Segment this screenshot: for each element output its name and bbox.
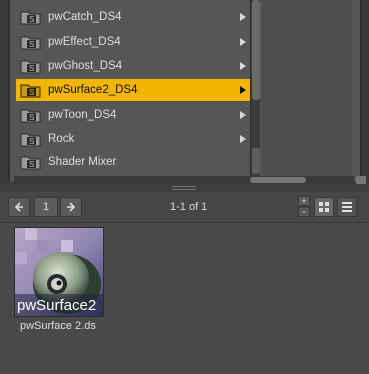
tree-item[interactable]: S Shader Mixer bbox=[16, 151, 252, 173]
svg-text:S: S bbox=[29, 40, 34, 49]
svg-text:S: S bbox=[29, 88, 34, 97]
folder-icon: S bbox=[20, 58, 42, 74]
scrollbar-thumb[interactable] bbox=[250, 177, 306, 183]
svg-text:S: S bbox=[29, 137, 34, 146]
folder-icon: S bbox=[20, 131, 42, 147]
tree-side-area bbox=[262, 0, 352, 176]
splitter-grip-icon[interactable] bbox=[172, 186, 196, 190]
tree-item-label: Rock bbox=[48, 133, 75, 145]
thumbnail-text: pwSurface2 bbox=[17, 297, 96, 314]
tree-item-label: Shader Mixer bbox=[48, 156, 117, 168]
expand-arrow-icon[interactable] bbox=[240, 38, 246, 46]
svg-text:S: S bbox=[29, 113, 34, 122]
content-area: pwSurface2 pwSurface 2.ds bbox=[0, 222, 369, 374]
pager-toolbar: 1 1-1 of 1 + - bbox=[0, 192, 369, 222]
zoom-in-button[interactable]: + bbox=[298, 196, 310, 206]
tree-item[interactable]: S pwToon_DS4 bbox=[16, 104, 252, 126]
folder-tree-list: S pwCatch_DS4 S pwEffect_DS4 S pwGhost_D… bbox=[14, 0, 254, 174]
tree-item-label: pwGhost_DS4 bbox=[48, 60, 123, 72]
tree-horizontal-scrollbar[interactable] bbox=[14, 176, 354, 184]
svg-text:S: S bbox=[29, 15, 34, 24]
expand-arrow-icon[interactable] bbox=[240, 135, 246, 143]
page-number[interactable]: 1 bbox=[34, 197, 58, 217]
folder-icon: S bbox=[20, 154, 42, 170]
folder-icon: S bbox=[20, 34, 42, 50]
grid-view-button[interactable] bbox=[314, 197, 334, 217]
svg-text:S: S bbox=[29, 64, 34, 73]
tree-item-label: pwEffect_DS4 bbox=[48, 36, 121, 48]
tree-item-label: pwCatch_DS4 bbox=[48, 11, 122, 23]
folder-icon: S bbox=[20, 82, 42, 98]
tree-item[interactable]: S Rock bbox=[16, 128, 252, 150]
tree-item[interactable]: S pwEffect_DS4 bbox=[16, 31, 252, 53]
panel-splitter[interactable] bbox=[0, 184, 369, 192]
expand-arrow-icon[interactable] bbox=[240, 13, 246, 21]
tree-item-label: pwSurface2_DS4 bbox=[48, 84, 138, 96]
tree-item-selected[interactable]: S pwSurface2_DS4 bbox=[16, 79, 252, 101]
page-count-text: 1-1 of 1 bbox=[170, 201, 208, 213]
expand-arrow-icon[interactable] bbox=[240, 111, 246, 119]
scrollbar-thumb[interactable] bbox=[252, 0, 260, 100]
expand-arrow-icon[interactable] bbox=[240, 62, 246, 70]
expand-arrow-icon[interactable] bbox=[240, 86, 246, 94]
grid-view-icon bbox=[319, 202, 329, 212]
folder-icon: S bbox=[20, 107, 42, 123]
scrollbar-grip[interactable] bbox=[252, 148, 260, 174]
previous-page-button[interactable] bbox=[8, 197, 30, 217]
arrow-left-icon bbox=[14, 202, 23, 212]
arrow-right-icon bbox=[67, 202, 76, 212]
list-view-button[interactable] bbox=[337, 197, 357, 217]
asset-caption: pwSurface 2.ds bbox=[20, 320, 96, 332]
folder-icon: S bbox=[20, 9, 42, 25]
next-page-button[interactable] bbox=[60, 197, 82, 217]
asset-thumbnail[interactable]: pwSurface2 bbox=[14, 227, 104, 317]
tree-panel: S pwCatch_DS4 S pwEffect_DS4 S pwGhost_D… bbox=[0, 0, 369, 184]
list-view-icon bbox=[342, 202, 352, 212]
tree-vertical-scrollbar[interactable] bbox=[250, 0, 260, 176]
svg-text:S: S bbox=[29, 160, 34, 169]
tree-item[interactable]: S pwCatch_DS4 bbox=[16, 6, 252, 28]
tree-item-label: pwToon_DS4 bbox=[48, 109, 117, 121]
scroll-right-icon[interactable] bbox=[356, 176, 366, 184]
zoom-out-button[interactable]: - bbox=[298, 207, 310, 217]
surface-preview-image: pwSurface2 bbox=[15, 228, 103, 316]
tree-item[interactable]: S pwGhost_DS4 bbox=[16, 55, 252, 77]
